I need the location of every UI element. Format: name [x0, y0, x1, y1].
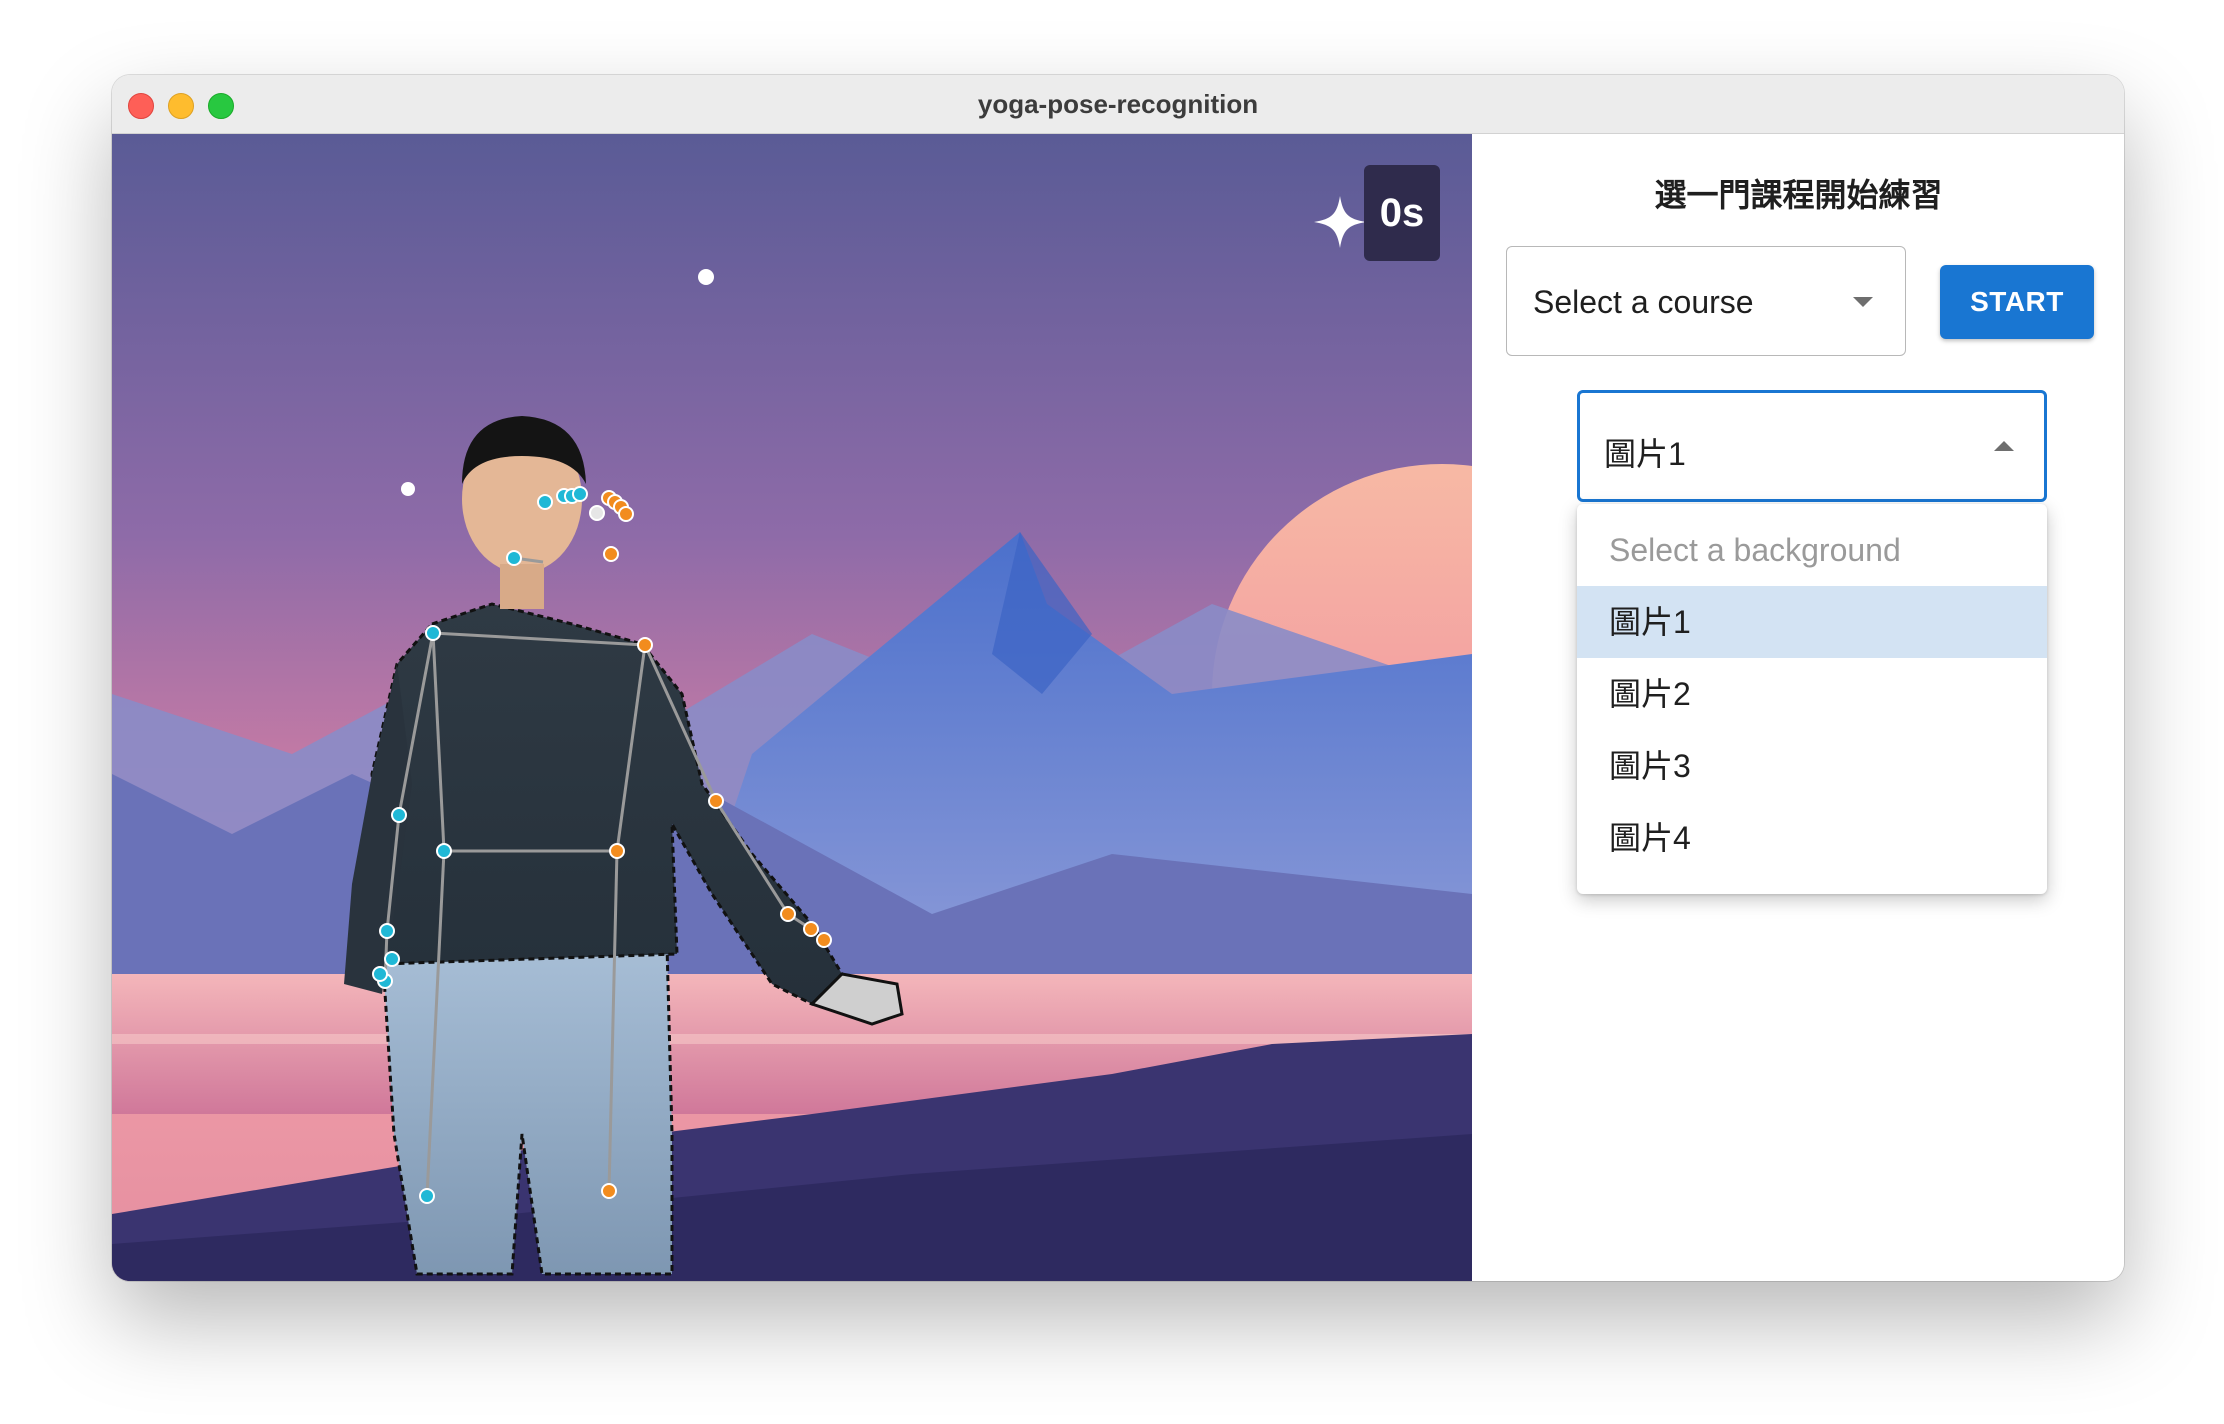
dropdown-arrow-icon	[1853, 297, 1873, 307]
app-window: yoga-pose-recognition 0s 選一門課程開始練習 Selec…	[112, 75, 2124, 1281]
timer-display: 0s	[1364, 165, 1440, 261]
background-options-menu: Select a background 圖片1 圖片2 圖片3 圖片4	[1577, 504, 2047, 894]
title-bar: yoga-pose-recognition	[112, 75, 2124, 134]
course-select-value: Select a course	[1533, 284, 1754, 320]
window-title: yoga-pose-recognition	[977, 89, 1259, 119]
camera-stage: 0s	[112, 134, 1472, 1281]
background-select[interactable]: 圖片1	[1577, 390, 2047, 502]
menu-option[interactable]: 圖片3	[1577, 730, 2047, 802]
menu-option[interactable]: 圖片4	[1577, 802, 2047, 874]
dropdown-arrow-icon	[1994, 441, 2014, 451]
course-select[interactable]: Select a course	[1506, 246, 1906, 356]
control-panel: 選一門課程開始練習 Select a course START 圖片1 Sele…	[1473, 134, 2124, 1281]
menu-option[interactable]: 圖片2	[1577, 658, 2047, 730]
sparkle-icon	[1314, 196, 1366, 248]
background-select-value: 圖片1	[1604, 436, 1686, 472]
menu-option-placeholder[interactable]: Select a background	[1577, 514, 2047, 586]
menu-option[interactable]: 圖片1	[1577, 586, 2047, 658]
page-title: 選一門課程開始練習	[1654, 177, 1943, 213]
scene-background	[112, 134, 1472, 1281]
start-button[interactable]: START	[1940, 265, 2094, 339]
